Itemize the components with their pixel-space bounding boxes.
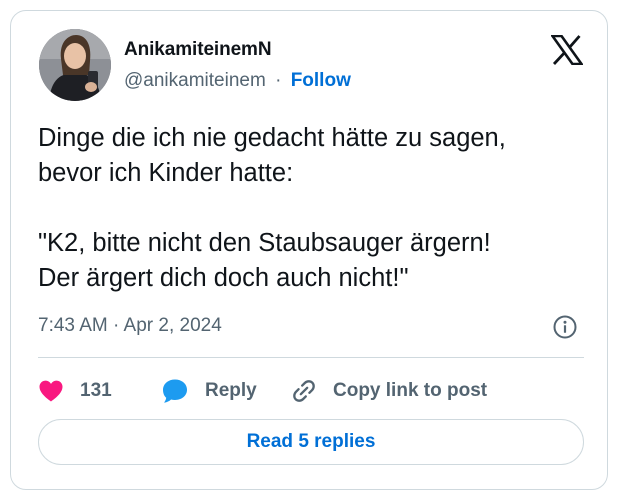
- speech-bubble-icon: [163, 379, 187, 403]
- author-display-name[interactable]: AnikamiteinemN: [124, 39, 272, 61]
- separator-dot: ·: [275, 70, 282, 91]
- author-handle-row: @anikamiteinem · Follow: [124, 70, 351, 92]
- author-handle[interactable]: @anikamiteinem: [124, 70, 266, 91]
- post-text: Dinge die ich nie gedacht hätte zu sagen…: [38, 124, 506, 292]
- link-icon: [293, 380, 315, 402]
- embedded-post-card: AnikamiteinemN @anikamiteinem · Follow D…: [10, 10, 608, 490]
- read-replies-label: Read 5 replies: [246, 431, 376, 452]
- heart-icon: [39, 380, 63, 402]
- copy-link-button[interactable]: Copy link to post: [291, 375, 487, 407]
- x-logo-icon[interactable]: [549, 34, 585, 66]
- reply-button[interactable]: Reply: [161, 375, 257, 407]
- read-replies-button[interactable]: Read 5 replies: [38, 419, 584, 465]
- post-timestamp[interactable]: 7:43 AM · Apr 2, 2024: [38, 315, 222, 337]
- avatar-photo: [39, 29, 111, 101]
- like-button[interactable]: 131: [38, 375, 112, 407]
- like-count: 131: [80, 380, 112, 401]
- avatar[interactable]: [39, 29, 111, 101]
- divider: [38, 357, 584, 358]
- info-icon[interactable]: [552, 314, 578, 340]
- reply-label: Reply: [205, 380, 257, 401]
- follow-link[interactable]: Follow: [291, 70, 351, 91]
- copy-link-label: Copy link to post: [333, 380, 488, 401]
